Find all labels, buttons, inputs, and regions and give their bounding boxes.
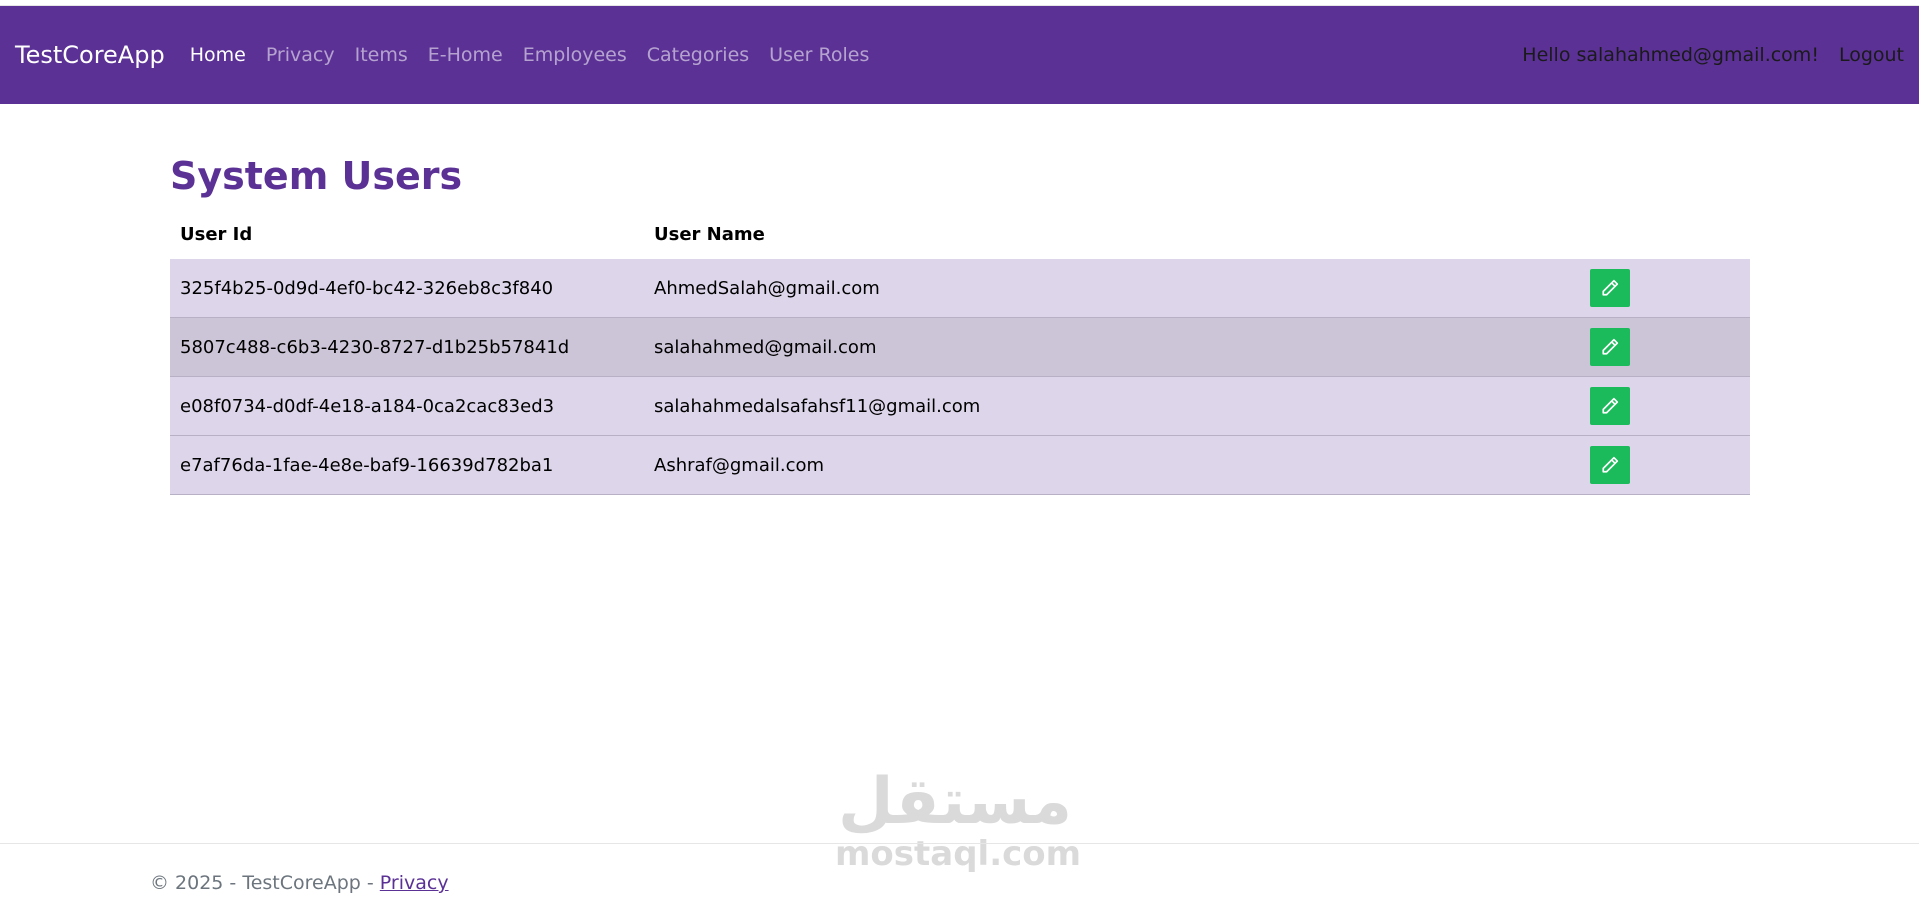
navbar: TestCoreApp Home Privacy Items E-Home Em… (0, 6, 1919, 104)
actions-cell (1582, 317, 1750, 378)
nav-user-roles[interactable]: User Roles (759, 44, 879, 66)
main-content: System Users User Id User Name 325f4b25-… (0, 104, 1919, 496)
footer: © 2025 - TestCoreApp - Privacy (0, 843, 1919, 903)
pencil-icon (1602, 398, 1619, 414)
nav-employees[interactable]: Employees (513, 44, 637, 66)
actions-cell (1582, 258, 1750, 319)
actions-cell (1582, 435, 1750, 496)
user-name-cell: salahahmed@gmail.com (644, 317, 1582, 378)
user-id-cell: e7af76da-1fae-4e8e-baf9-16639d782ba1 (170, 435, 644, 496)
nav-privacy[interactable]: Privacy (256, 44, 345, 66)
nav-links: Home Privacy Items E-Home Employees Cate… (180, 44, 880, 66)
edit-button[interactable] (1590, 446, 1630, 485)
watermark-arabic-text: مستقل (837, 765, 1073, 839)
logout-link[interactable]: Logout (1839, 44, 1904, 66)
nav-categories[interactable]: Categories (637, 44, 759, 66)
table-row: 325f4b25-0d9d-4ef0-bc42-326eb8c3f840 Ahm… (170, 258, 1750, 319)
column-header-actions (1582, 217, 1750, 259)
user-id-cell: 325f4b25-0d9d-4ef0-bc42-326eb8c3f840 (170, 258, 644, 319)
edit-button[interactable] (1590, 387, 1630, 426)
users-table: User Id User Name 325f4b25-0d9d-4ef0-bc4… (170, 217, 1750, 496)
edit-button[interactable] (1590, 328, 1630, 367)
edit-button[interactable] (1590, 269, 1630, 308)
table-row: 5807c488-c6b3-4230-8727-d1b25b57841d sal… (170, 317, 1750, 378)
table-header-row: User Id User Name (170, 217, 1750, 259)
table-row: e08f0734-d0df-4e18-a184-0ca2cac83ed3 sal… (170, 376, 1750, 437)
table-row: e7af76da-1fae-4e8e-baf9-16639d782ba1 Ash… (170, 435, 1750, 496)
nav-home[interactable]: Home (180, 44, 256, 66)
user-id-cell: e08f0734-d0df-4e18-a184-0ca2cac83ed3 (170, 376, 644, 437)
nav-e-home[interactable]: E-Home (418, 44, 513, 66)
user-name-cell: AhmedSalah@gmail.com (644, 258, 1582, 319)
user-id-cell: 5807c488-c6b3-4230-8727-d1b25b57841d (170, 317, 644, 378)
footer-privacy-link[interactable]: Privacy (380, 872, 449, 894)
column-header-user-id: User Id (170, 217, 644, 259)
user-name-cell: Ashraf@gmail.com (644, 435, 1582, 496)
pencil-icon (1602, 339, 1619, 355)
user-greeting[interactable]: Hello salahahmed@gmail.com! (1522, 44, 1819, 66)
page-title: System Users (170, 154, 463, 198)
footer-copyright: © 2025 - TestCoreApp - (150, 872, 380, 894)
brand-link[interactable]: TestCoreApp (15, 41, 165, 69)
pencil-icon (1602, 279, 1619, 296)
nav-user-area: Hello salahahmed@gmail.com! Logout (1522, 44, 1904, 66)
actions-cell (1582, 376, 1750, 437)
user-name-cell: salahahmedalsafahsf11@gmail.com (644, 376, 1582, 437)
nav-items[interactable]: Items (345, 44, 418, 66)
column-header-user-name: User Name (644, 217, 1582, 259)
pencil-icon (1602, 457, 1619, 473)
